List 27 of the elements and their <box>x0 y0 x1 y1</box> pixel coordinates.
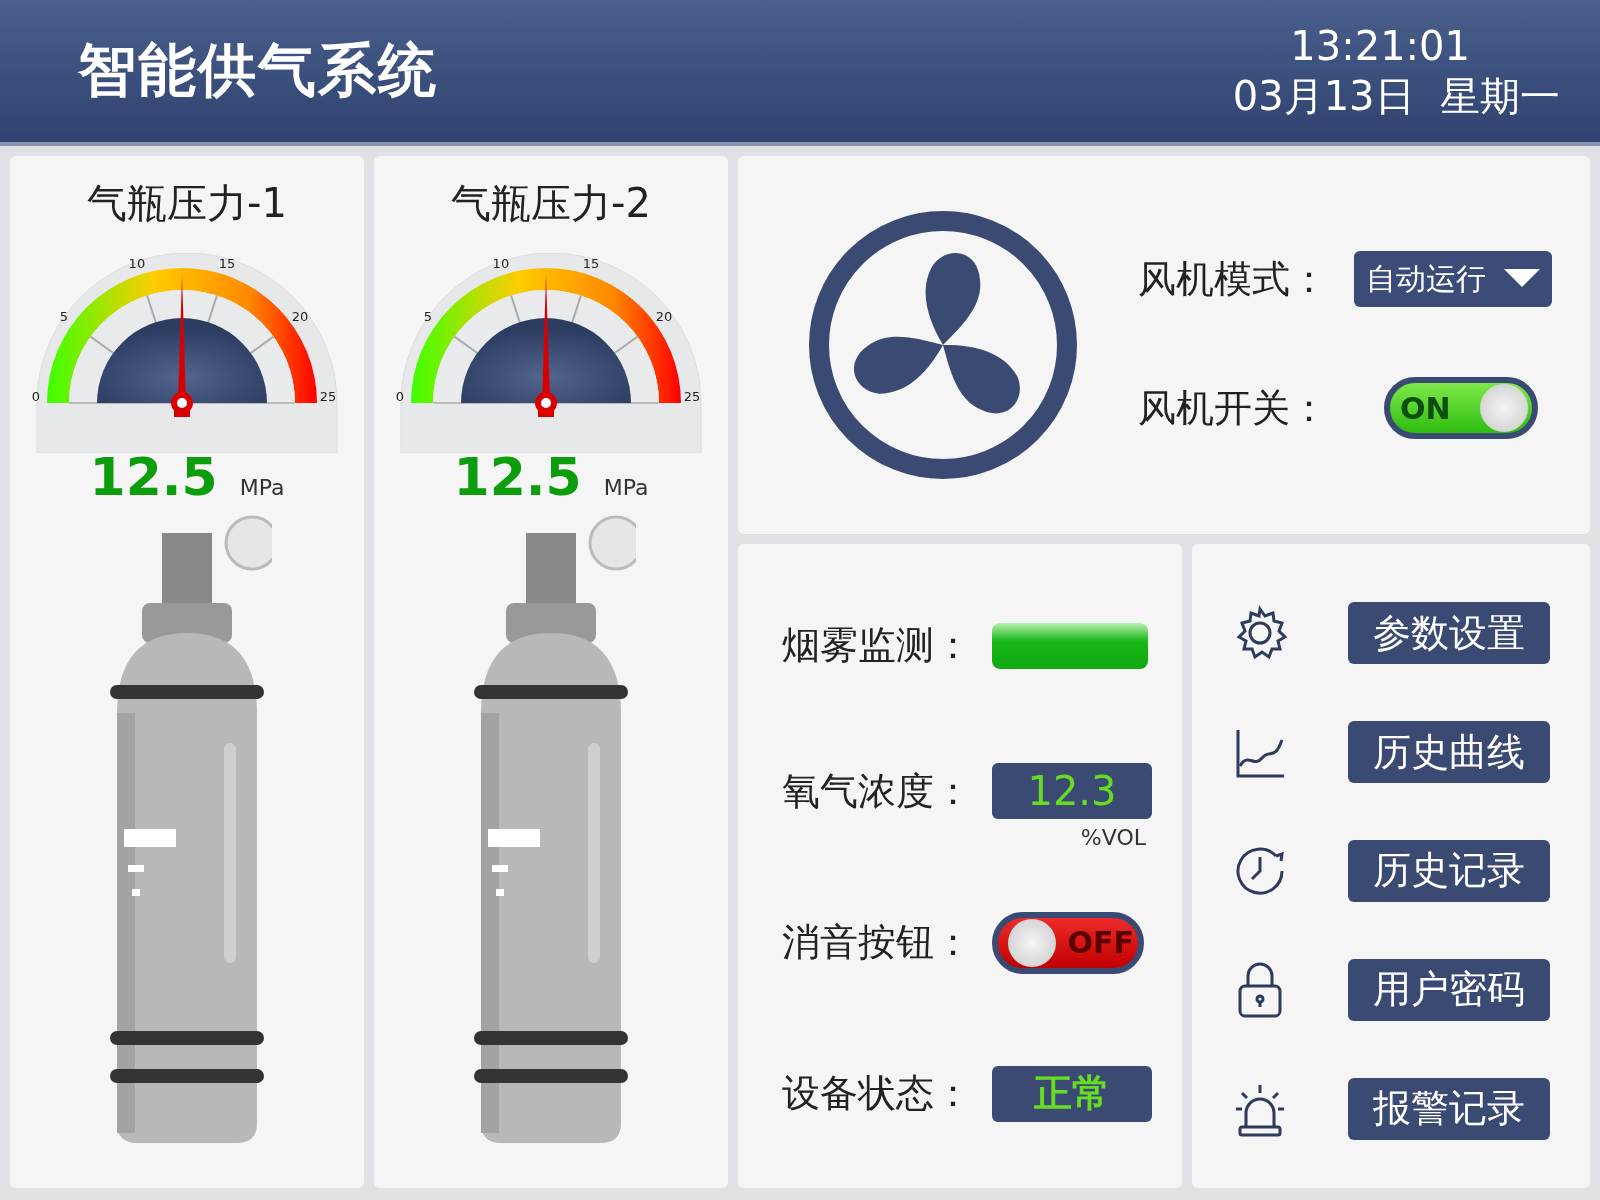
menu-button[interactable]: 历史记录 <box>1348 840 1550 902</box>
fan-mode-dropdown[interactable]: 自动运行 <box>1354 251 1552 307</box>
card-title: 气瓶压力-1 <box>87 179 287 228</box>
unit-label: MPa <box>603 475 649 500</box>
menu-button[interactable]: 报警记录 <box>1348 1077 1550 1140</box>
clock-time: 13:21:01 <box>1290 22 1470 71</box>
pressure-value: 12.5 <box>89 447 218 507</box>
device-status: 正常 <box>992 1065 1152 1122</box>
status-label: 消音按钮： <box>782 919 972 967</box>
unit-label: %VOL <box>1080 825 1146 851</box>
fan-switch-label: 风机开关： <box>1138 384 1328 432</box>
fan-mode-label: 风机模式： <box>1138 255 1328 303</box>
fan-switch[interactable]: ON <box>1384 377 1538 439</box>
pressure-value: 12.5 <box>453 447 582 507</box>
card-title: 气瓶压力-2 <box>451 179 651 228</box>
status-label: 烟雾监测： <box>782 622 972 670</box>
caret-icon <box>1504 269 1540 289</box>
fan-icon <box>808 210 1078 480</box>
menu-button[interactable]: 参数设置 <box>1348 602 1550 665</box>
status-label: 氧气浓度： <box>782 767 972 815</box>
menu-button[interactable]: 历史曲线 <box>1348 721 1550 784</box>
menu-button[interactable]: 用户密码 <box>1348 958 1550 1021</box>
status-label: 设备状态： <box>782 1070 972 1118</box>
app-title: 智能供气系统 <box>78 35 438 106</box>
oxygen-reading: 12.3 <box>992 763 1152 820</box>
unit-label: MPa <box>239 475 285 500</box>
clock-date: 03月13日 星期一 <box>1232 72 1560 121</box>
